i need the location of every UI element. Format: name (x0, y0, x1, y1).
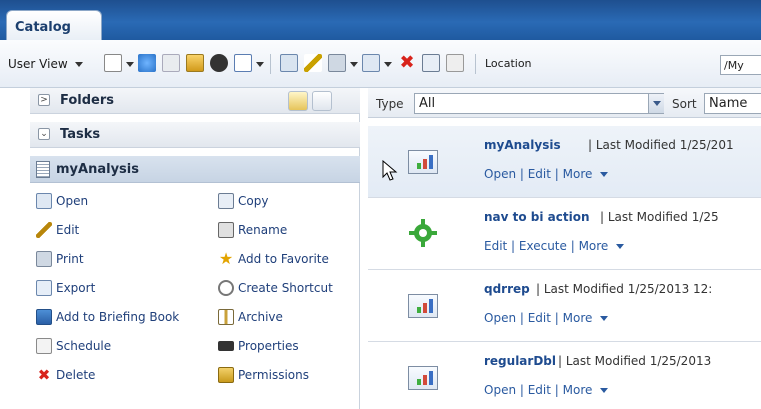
type-label: Type (376, 97, 404, 111)
schedule-icon (36, 338, 52, 354)
item-meta: | Last Modified 1/25/201 (588, 138, 734, 152)
chevron-down-icon[interactable] (350, 62, 358, 67)
location-field[interactable]: /My (720, 55, 761, 75)
item-actions[interactable]: Open | Edit | More (484, 383, 609, 397)
delete-icon[interactable]: ✖ (398, 54, 416, 72)
item-actions[interactable]: Open | Edit | More (484, 311, 609, 325)
divider (270, 54, 271, 74)
briefing-book-icon (36, 309, 52, 325)
folders-header[interactable]: > Folders (30, 88, 360, 114)
folders-title: Folders (60, 93, 115, 108)
user-view-label: User View (8, 57, 68, 71)
export-icon (36, 280, 52, 296)
properties-icon (218, 341, 234, 351)
chevron-down-icon[interactable]: ⌄ (38, 128, 50, 140)
item-meta: | Last Modified 1/25 (600, 210, 719, 224)
sort-label: Sort (672, 97, 697, 111)
show-folder-tree-icon[interactable] (288, 91, 308, 111)
mouse-pointer-icon (382, 160, 398, 181)
toolbar: User View ✖ Location /My (0, 40, 761, 88)
search-icon[interactable] (210, 54, 228, 72)
tab-catalog-label: Catalog (15, 20, 71, 35)
tab-catalog[interactable]: Catalog (6, 10, 102, 40)
chevron-down-icon[interactable] (600, 316, 609, 321)
lock-icon (218, 367, 234, 383)
view-options-icon[interactable] (234, 54, 252, 72)
list-item[interactable]: regularDbl | Last Modified 1/25/2013 Ope… (368, 342, 761, 409)
print-icon (36, 251, 52, 267)
chevron-down-icon[interactable] (600, 172, 609, 177)
divider (475, 54, 476, 74)
selected-item-name: myAnalysis (56, 162, 139, 177)
filter-bar: Type All Sort Name (368, 88, 761, 118)
title-bar: Catalog (0, 0, 761, 40)
left-panel: > Folders ⌄ Tasks myAnalysis Open Edit P… (30, 88, 360, 409)
item-name-link[interactable]: myAnalysis (484, 138, 561, 152)
item-name-link[interactable]: qdrrep (484, 282, 530, 296)
selected-item-header: myAnalysis (30, 156, 360, 183)
edit-icon (36, 222, 52, 238)
tasks-header[interactable]: ⌄ Tasks (30, 122, 360, 148)
analysis-icon (408, 294, 438, 318)
chevron-down-icon[interactable] (384, 62, 392, 67)
list-item[interactable]: nav to bi action | Last Modified 1/25 Ed… (368, 198, 761, 270)
item-actions[interactable]: Edit | Execute | More (484, 239, 625, 253)
type-select[interactable]: All (414, 93, 664, 114)
copy-icon (218, 193, 234, 209)
item-meta: | Last Modified 1/25/2013 12: (536, 282, 713, 296)
user-view-menu[interactable]: User View (8, 57, 84, 71)
star-icon: ★ (218, 249, 234, 268)
list-item[interactable]: myAnalysis | Last Modified 1/25/201 Open… (368, 126, 761, 198)
export-icon[interactable] (362, 54, 380, 72)
chevron-down-icon[interactable] (126, 62, 134, 67)
document-icon (36, 161, 50, 178)
item-meta: | Last Modified 1/25/2013 (558, 354, 712, 368)
shortcut-link-icon (218, 280, 234, 296)
print-icon[interactable] (328, 54, 346, 72)
list-item[interactable]: qdrrep | Last Modified 1/25/2013 12: Ope… (368, 270, 761, 342)
folder-settings-icon[interactable] (312, 91, 332, 111)
folder-view-icon[interactable] (186, 54, 204, 72)
chevron-down-icon (75, 62, 84, 67)
chevron-down-icon[interactable] (616, 244, 625, 249)
paste-disabled-icon (162, 54, 180, 72)
analysis-icon (408, 150, 438, 174)
item-name-link[interactable]: regularDbl (484, 354, 556, 368)
location-label: Location (485, 57, 532, 70)
chevron-right-icon[interactable]: > (38, 94, 50, 106)
chevron-down-icon[interactable] (600, 388, 609, 393)
sort-select[interactable]: Name (704, 93, 761, 114)
archive-icon (218, 309, 234, 325)
analysis-icon (408, 366, 438, 390)
gear-icon (409, 219, 437, 247)
paste-icon[interactable] (446, 54, 464, 72)
rename-icon (218, 222, 234, 238)
edit-icon[interactable] (304, 54, 322, 72)
open-icon[interactable] (280, 54, 298, 72)
copy-icon[interactable] (422, 54, 440, 72)
chevron-down-icon[interactable] (648, 94, 664, 113)
refresh-icon[interactable] (138, 54, 156, 72)
catalog-list-panel: Type All Sort Name myAnalysis | Last Mod… (368, 88, 761, 409)
chevron-down-icon[interactable] (256, 62, 264, 67)
delete-icon: ✖ (37, 366, 51, 384)
open-icon (36, 193, 52, 209)
item-name-link[interactable]: nav to bi action (484, 210, 590, 224)
item-actions[interactable]: Open | Edit | More (484, 167, 609, 181)
new-icon[interactable] (104, 54, 122, 72)
tasks-title: Tasks (60, 127, 101, 142)
